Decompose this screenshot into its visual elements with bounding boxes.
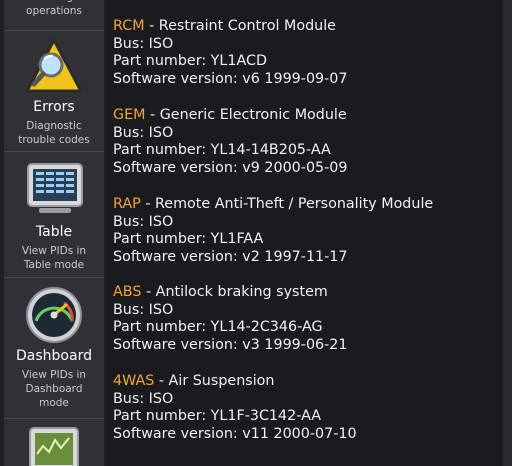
module-part-number: Part number: YL14-2C346-AG [113,319,323,335]
module-name: - Remote Anti-Theft / Personality Module [140,196,434,212]
module-bus: Bus: ISO [113,390,174,407]
module-name: - Air Suspension [154,373,275,389]
module-software-version: Software version: v9 2000-05-09 [113,159,348,176]
module-list: RCM - Restraint Control Module Bus: ISO … [105,0,503,466]
module-part-number: Part number: YL1ACD [113,53,267,69]
module-title: 4WAS - Air Suspension [113,373,498,391]
table-monitor-icon [27,163,83,213]
sidebar-item-desc: View PIDs in Dashboard mode [21,369,87,409]
sidebar-item-title: Table [35,224,73,240]
module-code: ABS [113,284,142,300]
module-code: 4WAS [113,373,155,389]
module-item[interactable]: RAP - Remote Anti-Theft / Personality Mo… [113,196,498,266]
module-part-number: Part number: YL1FAA [113,231,264,247]
sidebar-item-log[interactable]: Check log of operations [4,0,104,27]
module-part-number: Part number: YL1F-3C142-AA [113,408,322,424]
module-code: RCM [113,18,145,34]
gauge-icon [26,287,82,343]
scroll-edge [503,0,512,466]
sidebar-item-desc: Diagnostic trouble codes [18,120,90,146]
module-bus: Bus: ISO [113,35,174,52]
module-title: GEM - Generic Electronic Module [113,107,498,125]
sidebar-item-title: Dashboard [16,348,92,364]
sidebar-item-desc: Check log of operations [21,0,86,17]
module-bus: Bus: ISO [113,124,174,141]
sidebar-item-title: Errors [33,99,75,115]
chart-monitor-icon [29,427,79,466]
module-bus: Bus: ISO [113,213,174,230]
module-software-version: Software version: v6 1999-09-07 [113,70,348,87]
module-title: RCM - Restraint Control Module [113,18,498,36]
sidebar-item-dashboard[interactable]: Dashboard View PIDs in Dashboard mode [4,278,104,418]
module-part-number: Part number: YL14-14B205-AA [113,142,331,158]
module-item[interactable]: GEM - Generic Electronic Module Bus: ISO… [113,107,498,177]
module-software-version: Software version: v3 1999-06-21 [113,336,348,353]
sidebar-item-table[interactable]: Table View PIDs in Table mode [4,152,104,277]
sidebar-item-chart[interactable] [4,419,104,466]
module-software-version: Software version: v2 1997-11-17 [113,248,348,265]
sidebar: Check log of operations Errors Diagnosti… [4,0,104,466]
sidebar-item-desc: View PIDs in Table mode [21,245,87,271]
module-item[interactable]: RCM - Restraint Control Module Bus: ISO … [113,18,498,88]
module-item[interactable]: ABS - Antilock braking system Bus: ISO P… [113,284,498,354]
warning-magnifier-icon [25,38,83,93]
module-name: - Generic Electronic Module [145,107,347,123]
sidebar-item-errors[interactable]: Errors Diagnostic trouble codes [4,31,104,151]
module-name: - Restraint Control Module [144,18,336,34]
module-title: RAP - Remote Anti-Theft / Personality Mo… [113,196,498,214]
module-software-version: Software version: v11 2000-07-10 [113,425,357,442]
module-bus: Bus: ISO [113,301,174,318]
module-name: - Antilock braking system [141,284,328,300]
module-code: GEM [113,107,146,123]
module-title: ABS - Antilock braking system [113,284,498,302]
module-item[interactable]: 4WAS - Air Suspension Bus: ISO Part numb… [113,373,498,443]
module-code: RAP [113,196,141,212]
